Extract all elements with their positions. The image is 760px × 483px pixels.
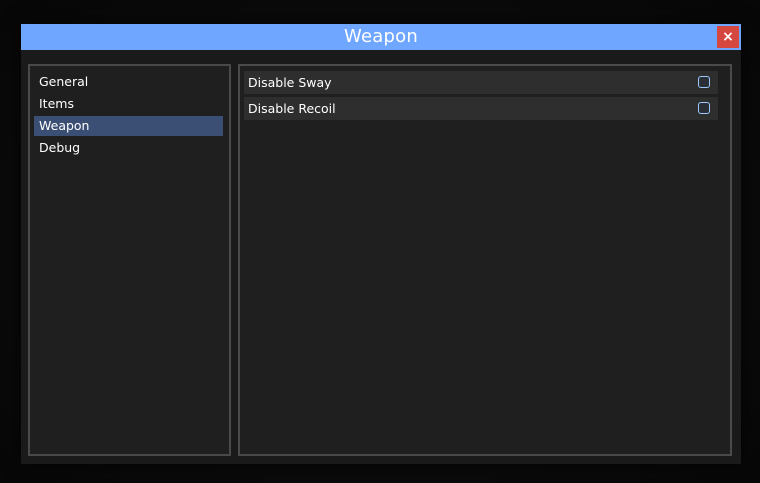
weapon-window: Weapon × General Items Weapon Debug Disa…	[21, 24, 741, 464]
sidebar-item-weapon[interactable]: Weapon	[34, 116, 223, 136]
setting-label-disable-recoil: Disable Recoil	[248, 101, 336, 116]
sidebar-item-items[interactable]: Items	[34, 94, 223, 114]
sidebar: General Items Weapon Debug	[28, 64, 231, 456]
titlebar[interactable]: Weapon ×	[21, 24, 741, 50]
sidebar-item-general[interactable]: General	[34, 72, 223, 92]
setting-label-disable-sway: Disable Sway	[248, 75, 332, 90]
close-button[interactable]: ×	[717, 26, 739, 48]
window-title: Weapon	[344, 26, 418, 47]
sidebar-item-debug[interactable]: Debug	[34, 138, 223, 158]
disable-recoil-checkbox[interactable]	[698, 102, 710, 114]
disable-sway-checkbox[interactable]	[698, 76, 710, 88]
setting-row-disable-sway[interactable]: Disable Sway	[244, 71, 718, 94]
setting-row-disable-recoil[interactable]: Disable Recoil	[244, 97, 718, 120]
settings-panel: Disable Sway Disable Recoil	[238, 64, 732, 456]
